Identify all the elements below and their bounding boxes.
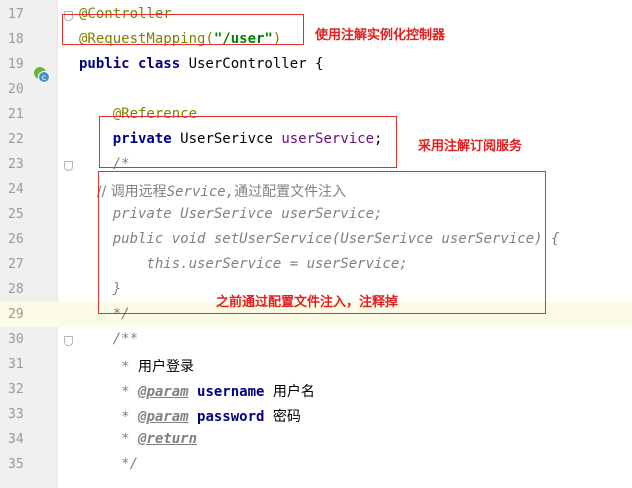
line-number: 23: [8, 157, 24, 172]
svg-text:c: c: [42, 73, 46, 82]
line-number: 25: [8, 207, 24, 222]
code-line[interactable]: 35 */: [0, 452, 632, 477]
code-token: 用户登录: [138, 359, 195, 375]
code-token: password: [188, 409, 273, 425]
line-number: 35: [8, 457, 24, 472]
line-number: 33: [8, 407, 24, 422]
code-text: */: [79, 456, 138, 472]
line-number: 19: [8, 57, 24, 72]
code-token: @return: [138, 431, 198, 447]
code-token: 密码: [272, 409, 301, 425]
code-token: public class: [79, 56, 189, 72]
code-token: UserController {: [188, 56, 324, 72]
code-token: *: [79, 431, 139, 447]
spring-bean-class-icon[interactable]: c: [33, 66, 50, 83]
controller-note: 使用注解实例化控制器: [315, 28, 446, 43]
code-token: 用户名: [272, 384, 315, 400]
line-number: 32: [8, 382, 24, 397]
line-number: 29: [8, 307, 24, 322]
code-line[interactable]: 20: [0, 77, 632, 102]
code-token: @param: [138, 409, 189, 425]
code-token: *: [79, 384, 139, 400]
line-number: 20: [8, 82, 24, 97]
code-line[interactable]: 19 public class UserController {: [0, 52, 632, 77]
code-text: /**: [79, 331, 138, 347]
code-token: *: [79, 409, 139, 425]
code-text: public class UserController {: [79, 56, 323, 72]
line-number: 26: [8, 232, 24, 247]
commented-note: 之前通过配置文件注入，注释掉: [216, 295, 399, 310]
code-text: * @param password 密码: [79, 406, 301, 426]
line-number: 27: [8, 257, 24, 272]
fold-marker-icon[interactable]: [64, 161, 73, 171]
line-number: 34: [8, 432, 24, 447]
line-number: 21: [8, 107, 24, 122]
code-token: /**: [79, 331, 139, 347]
code-token: username: [188, 384, 273, 400]
code-text: * @return: [79, 431, 197, 447]
code-token: *: [79, 359, 139, 375]
line-number: 30: [8, 332, 24, 347]
line-number: 18: [8, 32, 24, 47]
code-line[interactable]: 33 * @param password 密码: [0, 402, 632, 427]
reference-note: 采用注解订阅服务: [418, 139, 523, 154]
code-token: @param: [138, 384, 189, 400]
code-line[interactable]: 31 * 用户登录: [0, 352, 632, 377]
code-line[interactable]: 30 /**: [0, 327, 632, 352]
line-number: 28: [8, 282, 24, 297]
line-number: 17: [8, 7, 24, 22]
code-line[interactable]: 32 * @param username 用户名: [0, 377, 632, 402]
code-line[interactable]: 34 * @return: [0, 427, 632, 452]
code-text: * @param username 用户名: [79, 381, 315, 401]
code-text: * 用户登录: [79, 356, 194, 376]
controller-annotation-box: [62, 14, 304, 45]
reference-annotation-box: [99, 116, 397, 168]
line-number: 31: [8, 357, 24, 372]
line-number: 24: [8, 182, 24, 197]
line-number: 22: [8, 132, 24, 147]
code-token: */: [79, 456, 139, 472]
fold-marker-icon[interactable]: [64, 336, 73, 346]
